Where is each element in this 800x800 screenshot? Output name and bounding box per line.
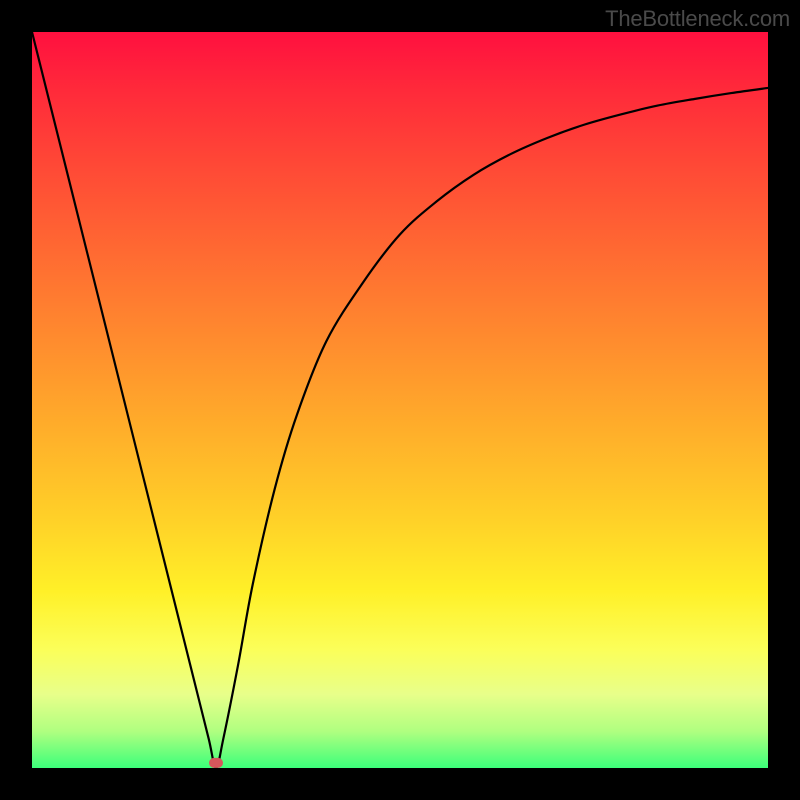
chart-frame: TheBottleneck.com: [0, 0, 800, 800]
minimum-marker: [209, 758, 223, 768]
chart-svg: [32, 32, 768, 768]
watermark-text: TheBottleneck.com: [605, 6, 790, 32]
chart-plot-area: [32, 32, 768, 768]
chart-curve: [32, 32, 768, 768]
